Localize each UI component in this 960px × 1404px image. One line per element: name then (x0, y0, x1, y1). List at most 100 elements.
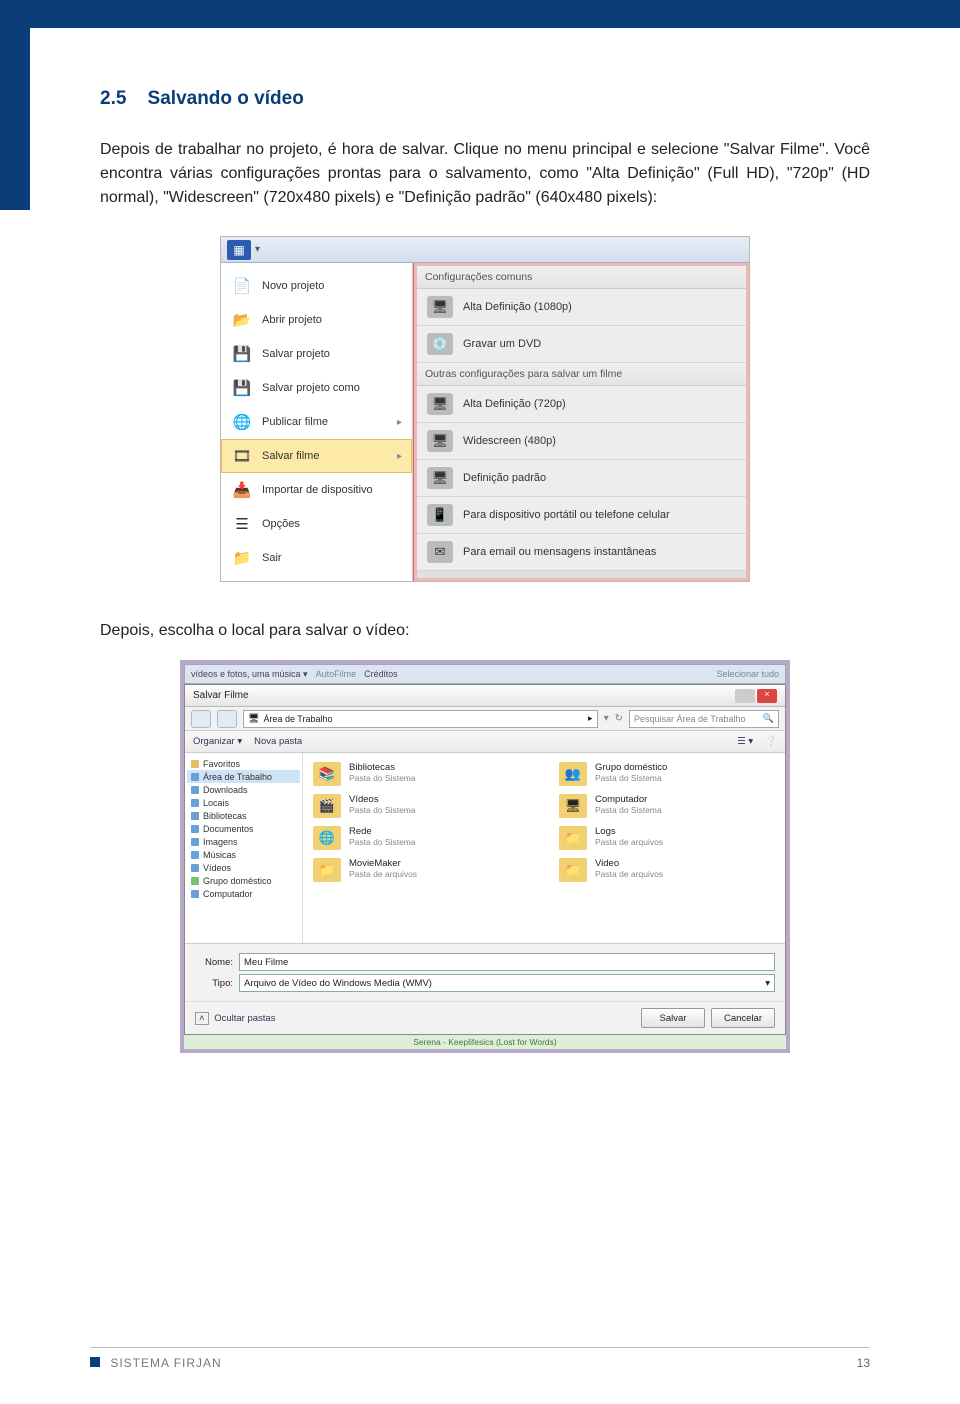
save-option[interactable]: 🖥 Widescreen (480p) (417, 423, 746, 460)
file-item[interactable]: 📁 Logs Pasta de arquivos (559, 823, 775, 853)
save-option[interactable]: 🖥 Definição padrão (417, 460, 746, 497)
file-subtitle: Pasta de arquivos (595, 837, 663, 847)
left-stripe (0, 0, 30, 210)
folder-icon: 🖥 (559, 794, 587, 818)
file-name: Grupo doméstico (595, 762, 667, 773)
tree-item[interactable]: Favoritos (187, 757, 300, 770)
save-button[interactable]: Salvar (641, 1008, 705, 1028)
tree-item[interactable]: Músicas (187, 848, 300, 861)
organize-button[interactable]: Organizar ▾ (193, 736, 242, 747)
filename-input[interactable]: Meu Filme (239, 953, 775, 971)
file-subtitle: Pasta do Sistema (349, 837, 416, 847)
moviemaker-menu-screenshot: ▦ ▾ 📄 Novo projeto 📂 Abrir projeto 💾 Sal… (220, 236, 750, 582)
save-option[interactable]: 🖥 Alta Definição (1080p) (417, 289, 746, 326)
file-menu-item[interactable]: 🌐 Publicar filme ▸ (221, 405, 412, 439)
dialog-sidebar: FavoritosÁrea de TrabalhoDownloadsLocais… (185, 753, 303, 943)
file-menu-item[interactable]: 📄 Novo projeto (221, 269, 412, 303)
desktop-icon: 🖥 (248, 713, 259, 724)
option-icon: 🖥 (427, 467, 453, 489)
file-menu-item[interactable]: 💾 Salvar projeto como (221, 371, 412, 405)
menu-item-icon: ☰ (231, 513, 253, 535)
folder-icon: 🌐 (313, 826, 341, 850)
menu-item-label: Abrir projeto (262, 314, 322, 326)
help-icon[interactable]: ❔ (765, 736, 777, 747)
tree-item[interactable]: Vídeos (187, 861, 300, 874)
tree-item[interactable]: Locais (187, 796, 300, 809)
save-option[interactable]: ✉ Para email ou mensagens instantâneas (417, 534, 746, 571)
menu-item-label: Salvar filme (262, 450, 319, 462)
option-label: Definição padrão (463, 472, 546, 484)
tree-item[interactable]: Documentos (187, 822, 300, 835)
folder-icon: 🎬 (313, 794, 341, 818)
menu-item-icon: 🎞 (231, 445, 253, 467)
file-menu-item[interactable]: 📥 Importar de dispositivo (221, 473, 412, 507)
file-menu-item[interactable]: 📁 Sair (221, 541, 412, 575)
tree-item[interactable]: Grupo doméstico (187, 874, 300, 887)
dropdown-icon: ▾ (255, 244, 260, 255)
option-label: Alta Definição (1080p) (463, 301, 572, 313)
filetype-select[interactable]: Arquivo de Vídeo do Windows Media (WMV) … (239, 974, 775, 992)
file-item[interactable]: 🌐 Rede Pasta do Sistema (313, 823, 529, 853)
nav-forward-button[interactable] (217, 710, 237, 728)
tree-item[interactable]: Downloads (187, 783, 300, 796)
option-icon: 🖥 (427, 296, 453, 318)
file-menu-item[interactable]: 📂 Abrir projeto (221, 303, 412, 337)
menu-item-icon: 📂 (231, 309, 253, 331)
file-item[interactable]: 📁 Video Pasta de arquivos (559, 855, 775, 885)
option-icon: 💿 (427, 333, 453, 355)
option-icon: 🖥 (427, 430, 453, 452)
file-name: Bibliotecas (349, 762, 416, 773)
folder-icon: 📁 (559, 858, 587, 882)
new-folder-button[interactable]: Nova pasta (254, 736, 302, 747)
menu-item-label: Publicar filme (262, 416, 328, 428)
file-item[interactable]: 🖥 Computador Pasta do Sistema (559, 791, 775, 821)
search-icon: 🔍 (763, 713, 774, 724)
nav-back-button[interactable] (191, 710, 211, 728)
moviemaker-titlebar: ▦ ▾ (221, 237, 749, 263)
file-menu-item[interactable]: ☰ Opções (221, 507, 412, 541)
file-subtitle: Pasta do Sistema (595, 805, 662, 815)
hide-folders-button[interactable]: ˄ Ocultar pastas (195, 1013, 275, 1024)
option-icon: 🖥 (427, 393, 453, 415)
file-subtitle: Pasta do Sistema (595, 773, 667, 783)
file-menu-item[interactable]: 💾 Salvar projeto (221, 337, 412, 371)
tree-item[interactable]: Área de Trabalho (187, 770, 300, 783)
file-item[interactable]: 🎬 Vídeos Pasta do Sistema (313, 791, 529, 821)
search-input[interactable]: Pesquisar Área de Trabalho 🔍 (629, 710, 779, 728)
submenu-header-other: Outras configurações para salvar um film… (417, 363, 746, 386)
cancel-button[interactable]: Cancelar (711, 1008, 775, 1028)
menu-item-label: Salvar projeto (262, 348, 330, 360)
type-label: Tipo: (195, 978, 233, 989)
app-background-strip: vídeos e fotos, uma música ▾ AutoFilme C… (184, 664, 786, 684)
tree-item[interactable]: Bibliotecas (187, 809, 300, 822)
paragraph-2: Depois, escolha o local para salvar o ví… (100, 622, 870, 640)
path-label: Área de Trabalho (263, 714, 332, 724)
close-button[interactable]: × (757, 689, 777, 703)
save-option[interactable]: 🖥 Alta Definição (720p) (417, 386, 746, 423)
file-menu-item[interactable]: 🎞 Salvar filme ▸ (221, 439, 412, 473)
menu-item-label: Sair (262, 552, 282, 564)
menu-item-icon: 💾 (231, 343, 253, 365)
file-item[interactable]: 📁 MovieMaker Pasta de arquivos (313, 855, 529, 885)
minimize-button[interactable] (735, 689, 755, 703)
menu-item-label: Salvar projeto como (262, 382, 360, 394)
menu-item-label: Opções (262, 518, 300, 530)
dialog-titlebar: Salvar Filme × (185, 685, 785, 707)
save-option[interactable]: 💿 Gravar um DVD (417, 326, 746, 363)
file-name: MovieMaker (349, 858, 417, 869)
file-item[interactable]: 👥 Grupo doméstico Pasta do Sistema (559, 759, 775, 789)
folder-icon: 👥 (559, 762, 587, 786)
save-dialog-window: Salvar Filme × 🖥 Área de Trabalho ▸ ▾ (184, 684, 786, 1035)
file-subtitle: Pasta de arquivos (595, 869, 663, 879)
file-item[interactable]: 📚 Bibliotecas Pasta do Sistema (313, 759, 529, 789)
file-subtitle: Pasta do Sistema (349, 773, 416, 783)
submenu-arrow-icon: ▸ (397, 417, 402, 428)
dialog-title: Salvar Filme (193, 690, 249, 701)
file-name: Vídeos (349, 794, 416, 805)
tree-item[interactable]: Computador (187, 887, 300, 900)
save-option[interactable]: 📱 Para dispositivo portátil ou telefone … (417, 497, 746, 534)
option-label: Widescreen (480p) (463, 435, 556, 447)
tree-item[interactable]: Imagens (187, 835, 300, 848)
footer-brand: SISTEMA FIRJAN (90, 1356, 222, 1370)
path-box[interactable]: 🖥 Área de Trabalho ▸ (243, 710, 598, 728)
